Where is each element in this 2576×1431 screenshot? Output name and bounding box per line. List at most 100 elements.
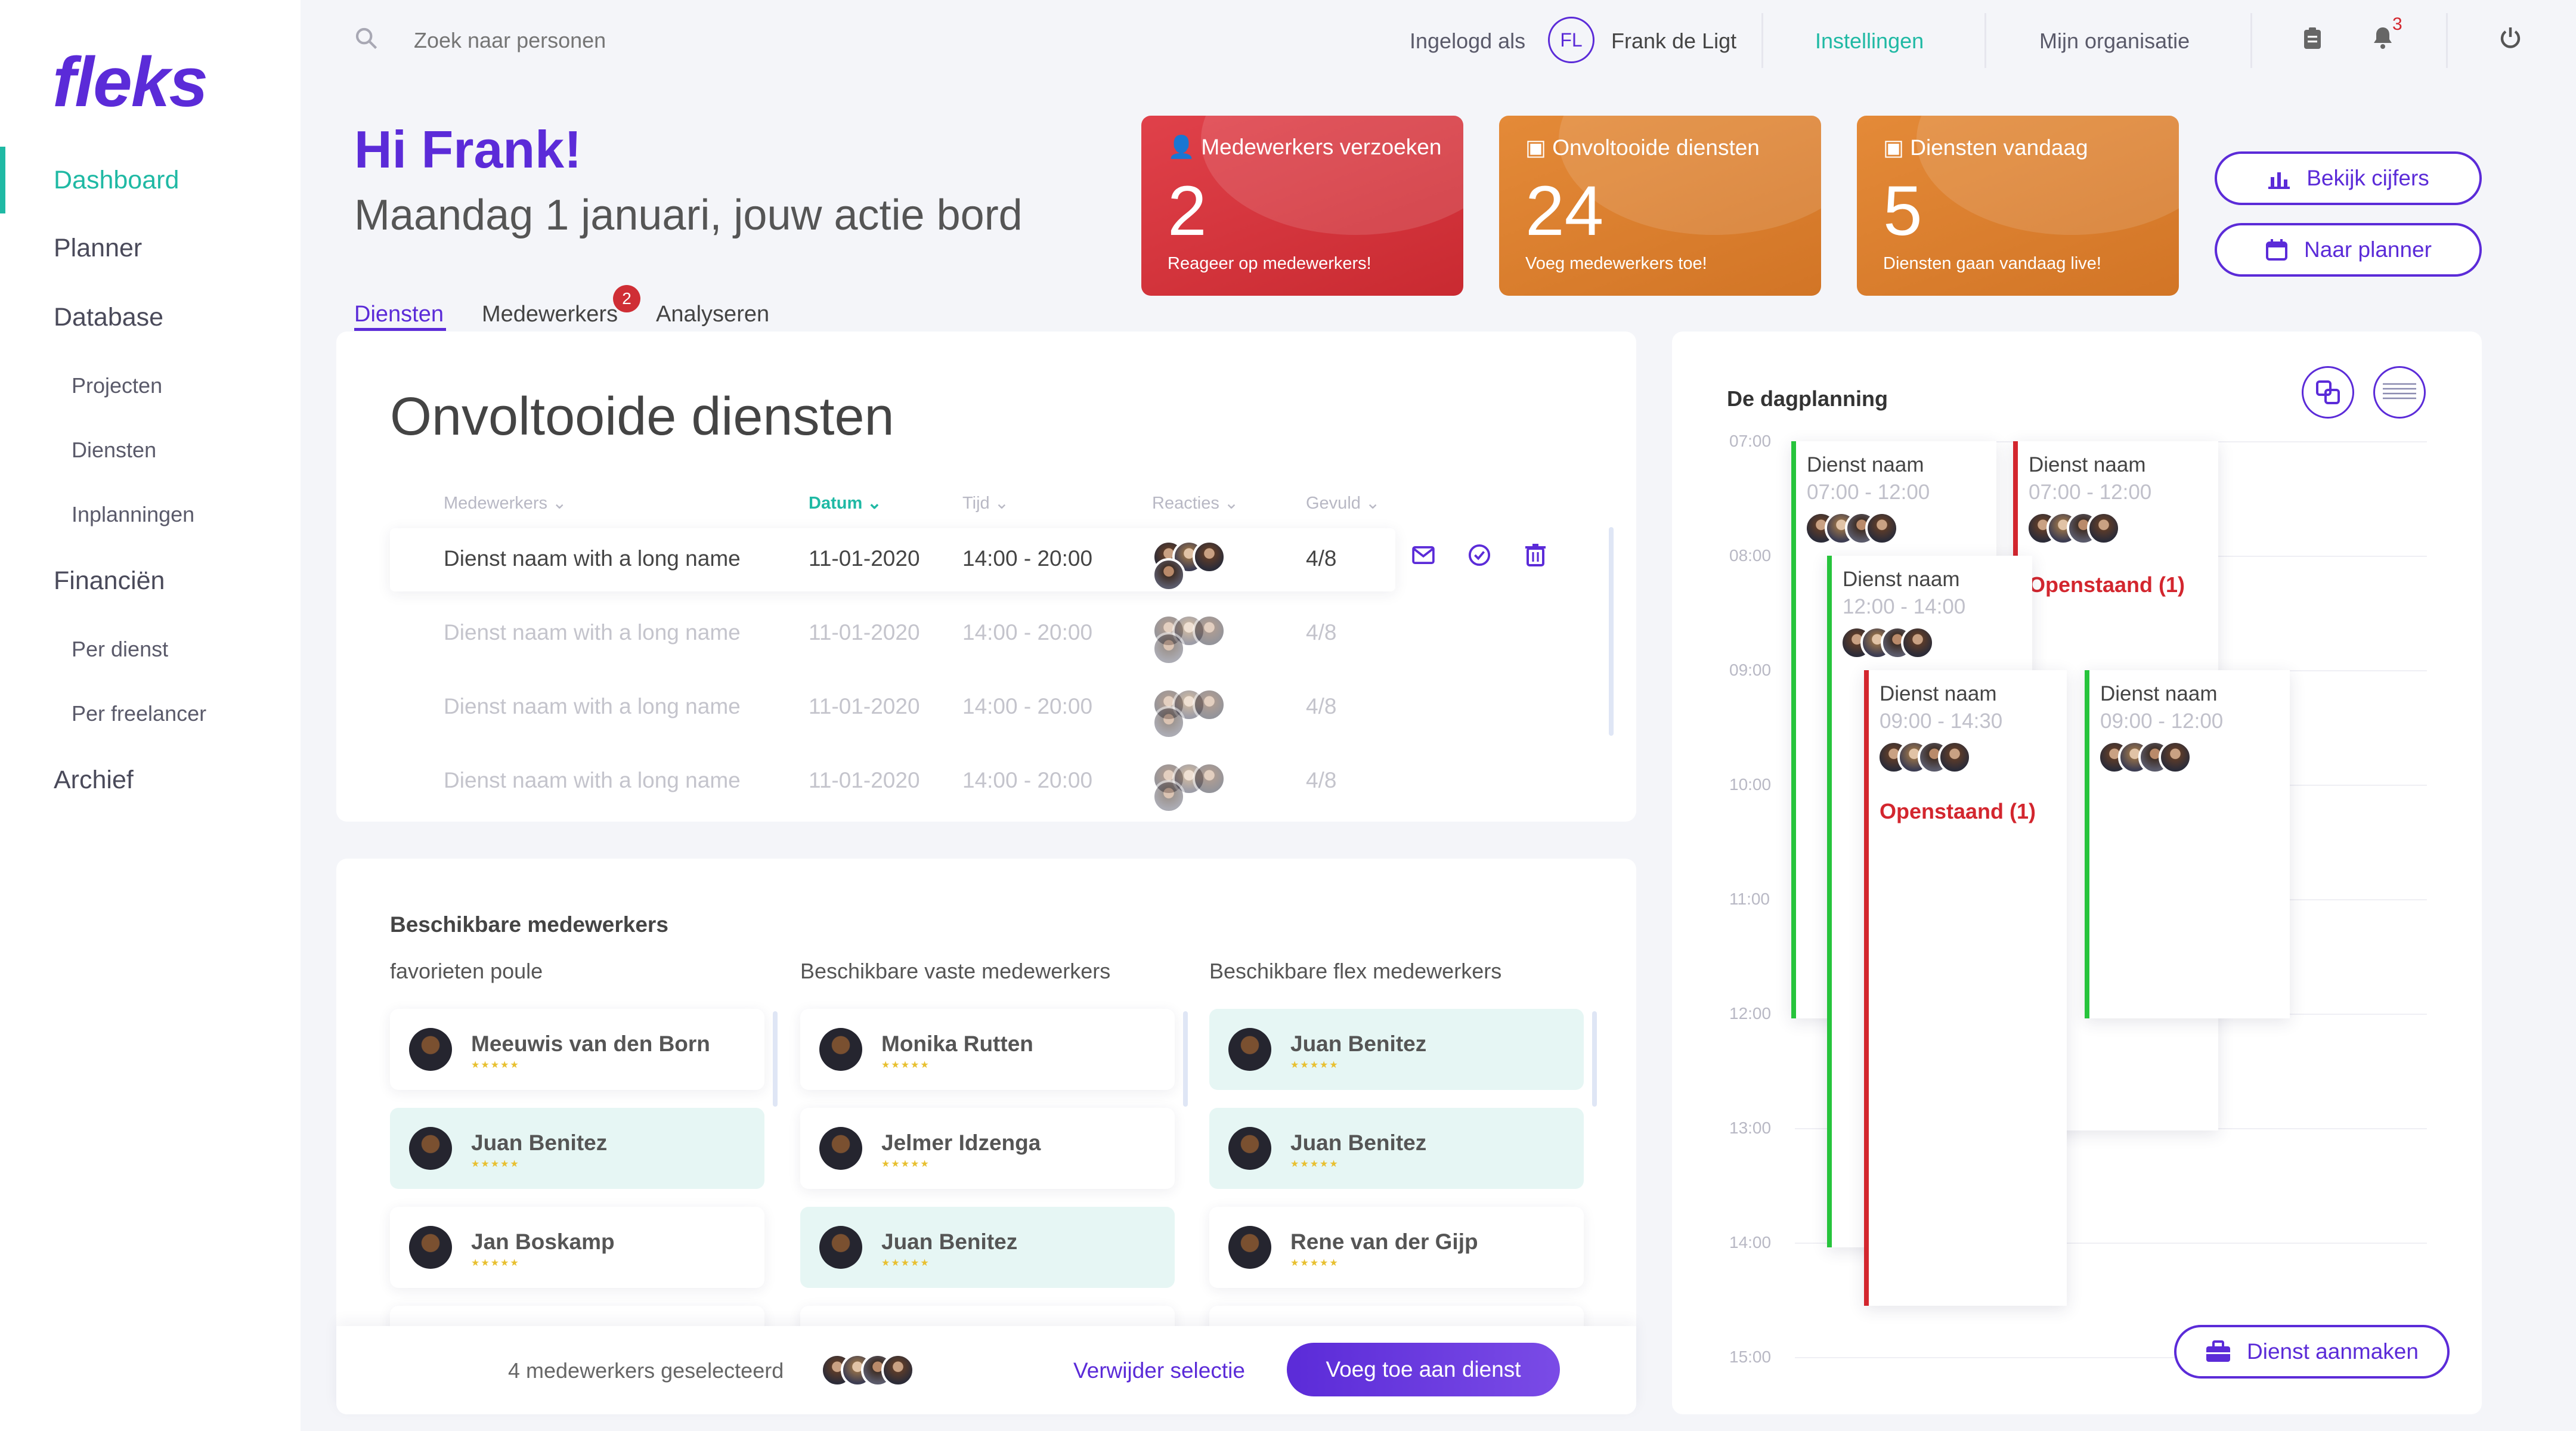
search-icon[interactable]	[354, 26, 378, 56]
stat-card-incomplete[interactable]: ▣ Onvoltooide diensten 24 Voeg medewerke…	[1499, 116, 1821, 296]
avatar	[1228, 1127, 1271, 1170]
trash-icon[interactable]	[1525, 543, 1546, 569]
shift-time: 14:00 - 20:00	[962, 620, 1093, 645]
star-rating: ★★★★★	[1290, 1159, 1339, 1169]
shift-time: 14:00 - 20:00	[962, 694, 1093, 718]
employee-card[interactable]: Jelmer Idzenga ★★★★★	[800, 1108, 1175, 1189]
hour-label: 12:00	[1729, 1004, 1772, 1023]
user-avatar[interactable]: FL	[1548, 17, 1594, 63]
sidebar-item-database[interactable]: Database	[54, 303, 163, 332]
table-row[interactable]: Dienst naam with a long name 11-01-2020 …	[390, 528, 1546, 591]
employee-card[interactable]: Juan Benitez ★★★★★	[1209, 1009, 1584, 1090]
shift-filled: 4/8	[1306, 546, 1337, 571]
bell-icon[interactable]	[2371, 25, 2395, 53]
greeting: Hi Frank!	[354, 120, 582, 179]
column-header-time[interactable]: Tijd ⌄	[962, 493, 1009, 513]
stat-title: ▣ Diensten vandaag	[1883, 135, 2088, 160]
column-header-date[interactable]: Datum ⌄	[809, 493, 882, 513]
shift-time: 14:00 - 20:00	[962, 768, 1093, 792]
employee-card[interactable]: Monika Rutten ★★★★★	[800, 1009, 1175, 1090]
employee-card[interactable]: Rene van der Gijp ★★★★★	[1209, 1207, 1584, 1288]
avatar-group	[1152, 540, 1226, 591]
mail-icon[interactable]	[1412, 546, 1435, 567]
sidebar-item-per-freelancer[interactable]: Per freelancer	[72, 701, 206, 726]
scrollbar[interactable]	[1609, 527, 1614, 736]
star-rating: ★★★★★	[881, 1060, 930, 1070]
avatar-group	[1152, 614, 1226, 665]
card-title: Onvoltooide diensten	[390, 387, 894, 447]
duplicate-view-icon[interactable]	[2302, 366, 2354, 419]
check-circle-icon[interactable]	[1468, 544, 1491, 569]
user-name[interactable]: Frank de Ligt	[1611, 29, 1736, 54]
shift-block[interactable]: Dienst naam 09:00 - 14:30 Openstaand (1)	[1864, 670, 2067, 1306]
power-icon[interactable]	[2498, 26, 2522, 53]
hour-label: 14:00	[1729, 1233, 1772, 1252]
sidebar-item-dashboard[interactable]: Dashboard	[54, 166, 179, 195]
scrollbar[interactable]	[773, 1011, 778, 1107]
notification-count: 3	[2392, 14, 2402, 34]
employee-card[interactable]: Juan Benitez ★★★★★	[1209, 1108, 1584, 1189]
sidebar-item-projecten[interactable]: Projecten	[72, 373, 162, 398]
schedule-title: De dagplanning	[1727, 386, 1888, 411]
column-header-filled[interactable]: Gevuld ⌄	[1306, 493, 1380, 513]
organisation-link[interactable]: Mijn organisatie	[2039, 29, 2190, 54]
settings-link[interactable]: Instellingen	[1815, 29, 1924, 54]
sidebar-item-archief[interactable]: Archief	[54, 766, 134, 795]
fleks-logo[interactable]: fleks	[52, 42, 208, 123]
avatar	[819, 1127, 862, 1170]
table-row[interactable]: Dienst naam with a long name 11-01-2020 …	[390, 676, 1395, 739]
avatar	[409, 1028, 452, 1071]
avatar	[1228, 1028, 1271, 1071]
column-header-employees[interactable]: Medewerkers ⌄	[444, 493, 566, 513]
sidebar-item-per-dienst[interactable]: Per dienst	[72, 637, 168, 662]
employee-card[interactable]: Juan Benitez ★★★★★	[390, 1108, 764, 1189]
create-shift-button[interactable]: Dienst aanmaken	[2174, 1325, 2450, 1379]
column-header-reactions[interactable]: Reacties ⌄	[1152, 493, 1239, 513]
add-to-shift-button[interactable]: Voeg toe aan dienst	[1287, 1343, 1560, 1396]
table-row[interactable]: Dienst naam with a long name 11-01-2020 …	[390, 750, 1395, 813]
tab-diensten[interactable]: Diensten	[354, 302, 444, 327]
star-rating: ★★★★★	[471, 1060, 520, 1070]
column-title: Beschikbare vaste medewerkers	[800, 959, 1111, 983]
search-input[interactable]	[414, 24, 772, 57]
employee-card[interactable]: Jan Boskamp ★★★★★	[390, 1207, 764, 1288]
shift-filled: 4/8	[1306, 768, 1337, 792]
avatar-group	[1804, 512, 1899, 545]
tab-analyseren[interactable]: Analyseren	[656, 302, 769, 327]
table-row[interactable]: Dienst naam with a long name 11-01-2020 …	[390, 602, 1395, 665]
stat-title: 👤 Medewerkers verzoeken	[1168, 135, 1442, 159]
user-icon: 👤	[1168, 135, 1202, 159]
sidebar-item-inplanningen[interactable]: Inplanningen	[72, 502, 194, 527]
scrollbar[interactable]	[1183, 1011, 1188, 1107]
hour-label: 10:00	[1729, 775, 1772, 794]
active-tab-underline	[354, 328, 446, 331]
document-icon: ▣	[1883, 135, 1911, 160]
sidebar-item-planner[interactable]: Planner	[54, 234, 142, 263]
stat-card-today[interactable]: ▣ Diensten vandaag 5 Diensten gaan vanda…	[1857, 116, 2179, 296]
open-status: Openstaand (1)	[2029, 572, 2185, 597]
employee-card[interactable]: Juan Benitez ★★★★★	[800, 1207, 1175, 1288]
hour-label: 09:00	[1729, 661, 1772, 679]
star-rating: ★★★★★	[471, 1258, 520, 1268]
scrollbar[interactable]	[1592, 1011, 1597, 1107]
hour-label: 11:00	[1729, 890, 1770, 908]
sidebar-item-financien[interactable]: Financiën	[54, 566, 165, 596]
avatar-group	[1840, 626, 1934, 659]
stat-desc: Voeg medewerkers toe!	[1525, 254, 1707, 273]
shift-block[interactable]: Dienst naam 09:00 - 12:00	[2085, 670, 2290, 1018]
clipboard-icon[interactable]	[2302, 26, 2323, 53]
sidebar-item-diensten[interactable]: Diensten	[72, 438, 156, 463]
stat-card-requests[interactable]: 👤 Medewerkers verzoeken 2 Reageer op med…	[1141, 116, 1463, 296]
tab-medewerkers[interactable]: Medewerkers	[482, 302, 618, 327]
remove-selection-button[interactable]: Verwijder selectie	[1073, 1358, 1245, 1383]
list-view-icon[interactable]	[2373, 366, 2426, 419]
to-planner-button[interactable]: Naar planner	[2215, 223, 2482, 277]
stat-desc: Reageer op medewerkers!	[1168, 254, 1371, 273]
avatar	[409, 1226, 452, 1269]
employee-card[interactable]: Meeuwis van den Born ★★★★★	[390, 1009, 764, 1090]
shift-time: 14:00 - 20:00	[962, 546, 1093, 571]
shift-name: Dienst naam with a long name	[444, 620, 741, 645]
briefcase-icon	[2206, 1340, 2231, 1362]
stat-value: 5	[1883, 172, 1922, 250]
view-figures-button[interactable]: Bekijk cijfers	[2215, 151, 2482, 205]
